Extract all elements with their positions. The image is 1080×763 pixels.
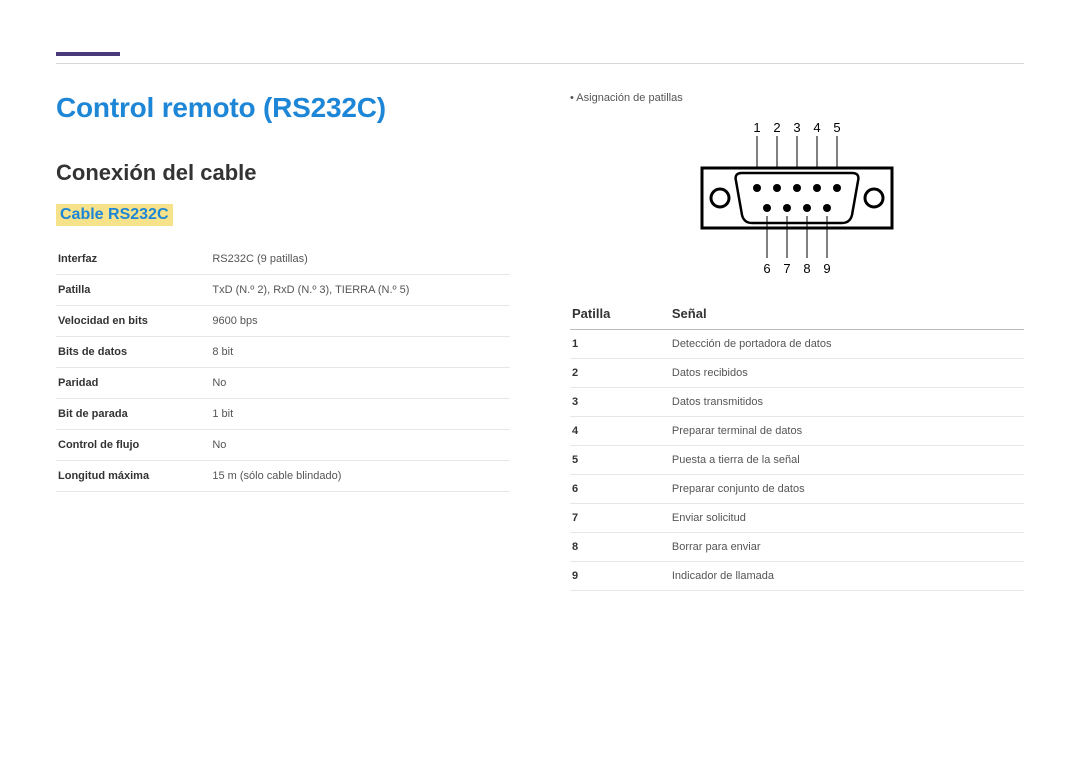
spec-row: Control de flujo No bbox=[56, 430, 510, 461]
header-accent-bar bbox=[56, 52, 120, 56]
pin-num: 6 bbox=[570, 475, 670, 504]
pin-signal: Borrar para enviar bbox=[670, 533, 1024, 562]
spec-label: Bit de parada bbox=[56, 399, 210, 430]
spec-row: Interfaz RS232C (9 patillas) bbox=[56, 244, 510, 275]
spec-value: 8 bit bbox=[210, 337, 510, 368]
spec-label: Paridad bbox=[56, 368, 210, 399]
pin-row: 9 Indicador de llamada bbox=[570, 562, 1024, 591]
pin-signal: Preparar conjunto de datos bbox=[670, 475, 1024, 504]
pin-label-6: 6 bbox=[763, 261, 770, 276]
spec-row: Velocidad en bits 9600 bps bbox=[56, 306, 510, 337]
db9-connector-diagram: 1 2 3 4 5 bbox=[570, 118, 1024, 278]
pin-header-signal: Señal bbox=[670, 298, 1024, 330]
right-column: • Asignación de patillas 1 2 3 4 5 bbox=[570, 92, 1024, 591]
pin-signal-table: Patilla Señal 1 Detección de portadora d… bbox=[570, 298, 1024, 591]
pin-row: 5 Puesta a tierra de la señal bbox=[570, 446, 1024, 475]
pin-header-pin: Patilla bbox=[570, 298, 670, 330]
subsection-heading: Cable RS232C bbox=[56, 204, 173, 226]
pin-num: 5 bbox=[570, 446, 670, 475]
spec-row: Bits de datos 8 bit bbox=[56, 337, 510, 368]
spec-label: Bits de datos bbox=[56, 337, 210, 368]
pin-num: 9 bbox=[570, 562, 670, 591]
spec-row: Bit de parada 1 bit bbox=[56, 399, 510, 430]
pin-num: 2 bbox=[570, 359, 670, 388]
pin-label-9: 9 bbox=[823, 261, 830, 276]
pin-label-1: 1 bbox=[753, 120, 760, 135]
pin-row: 8 Borrar para enviar bbox=[570, 533, 1024, 562]
spec-value: 1 bit bbox=[210, 399, 510, 430]
pin-row: 1 Detección de portadora de datos bbox=[570, 330, 1024, 359]
spec-label: Interfaz bbox=[56, 244, 210, 275]
spec-label: Control de flujo bbox=[56, 430, 210, 461]
spec-value: No bbox=[210, 368, 510, 399]
spec-row: Longitud máxima 15 m (sólo cable blindad… bbox=[56, 461, 510, 492]
pin-label-8: 8 bbox=[803, 261, 810, 276]
spec-label: Velocidad en bits bbox=[56, 306, 210, 337]
spec-label: Patilla bbox=[56, 275, 210, 306]
pin-label-3: 3 bbox=[793, 120, 800, 135]
pin-label-7: 7 bbox=[783, 261, 790, 276]
page-title: Control remoto (RS232C) bbox=[56, 92, 510, 124]
spec-value: No bbox=[210, 430, 510, 461]
spec-value: 15 m (sólo cable blindado) bbox=[210, 461, 510, 492]
pin-row: 2 Datos recibidos bbox=[570, 359, 1024, 388]
pin-signal: Datos transmitidos bbox=[670, 388, 1024, 417]
section-heading: Conexión del cable bbox=[56, 160, 510, 186]
pin-row: 6 Preparar conjunto de datos bbox=[570, 475, 1024, 504]
pin-signal: Detección de portadora de datos bbox=[670, 330, 1024, 359]
pin-num: 7 bbox=[570, 504, 670, 533]
pin-label-4: 4 bbox=[813, 120, 820, 135]
spec-value: RS232C (9 patillas) bbox=[210, 244, 510, 275]
spec-row: Paridad No bbox=[56, 368, 510, 399]
db9-connector-icon: 1 2 3 4 5 bbox=[682, 118, 912, 278]
spec-value: 9600 bps bbox=[210, 306, 510, 337]
pin-num: 3 bbox=[570, 388, 670, 417]
pin-row: 4 Preparar terminal de datos bbox=[570, 417, 1024, 446]
pin-signal: Datos recibidos bbox=[670, 359, 1024, 388]
left-column: Control remoto (RS232C) Conexión del cab… bbox=[56, 92, 510, 591]
pin-label-2: 2 bbox=[773, 120, 780, 135]
pin-signal: Indicador de llamada bbox=[670, 562, 1024, 591]
pin-num: 4 bbox=[570, 417, 670, 446]
pin-num: 8 bbox=[570, 533, 670, 562]
pin-num: 1 bbox=[570, 330, 670, 359]
pin-label-5: 5 bbox=[833, 120, 840, 135]
spec-value: TxD (N.º 2), RxD (N.º 3), TIERRA (N.º 5) bbox=[210, 275, 510, 306]
content-wrapper: Control remoto (RS232C) Conexión del cab… bbox=[56, 92, 1024, 591]
pin-signal: Puesta a tierra de la señal bbox=[670, 446, 1024, 475]
pin-signal: Enviar solicitud bbox=[670, 504, 1024, 533]
spec-row: Patilla TxD (N.º 2), RxD (N.º 3), TIERRA… bbox=[56, 275, 510, 306]
spec-table: Interfaz RS232C (9 patillas) Patilla TxD… bbox=[56, 244, 510, 492]
divider-top bbox=[56, 63, 1024, 64]
pin-row: 3 Datos transmitidos bbox=[570, 388, 1024, 417]
spec-label: Longitud máxima bbox=[56, 461, 210, 492]
pin-row: 7 Enviar solicitud bbox=[570, 504, 1024, 533]
pin-signal: Preparar terminal de datos bbox=[670, 417, 1024, 446]
bullet-assignment: • Asignación de patillas bbox=[570, 92, 1024, 104]
